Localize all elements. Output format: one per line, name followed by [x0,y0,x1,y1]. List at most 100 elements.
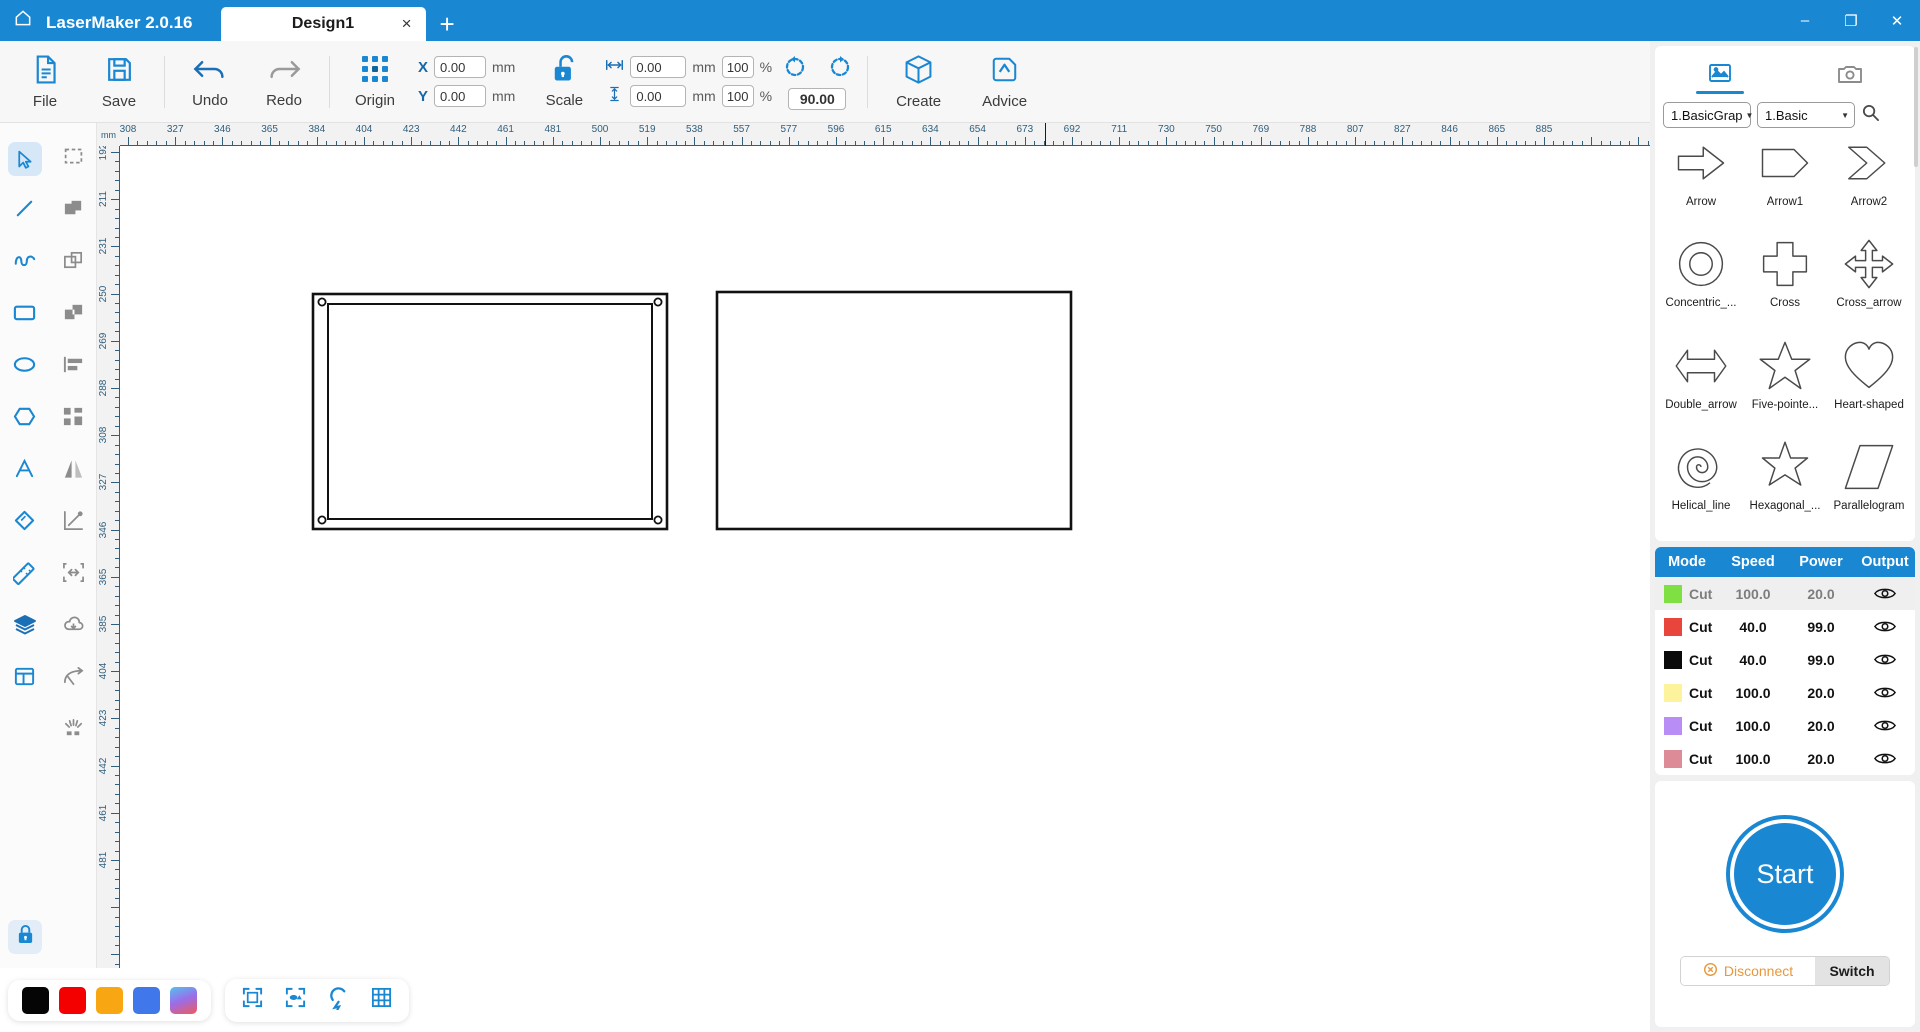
design-canvas[interactable] [120,146,1650,968]
ruler-tool[interactable] [0,549,49,601]
y-position-input[interactable]: 0.00 [434,85,487,107]
swatch-black[interactable] [22,986,49,1014]
create-button[interactable]: Create [876,46,962,118]
mirror-tool[interactable] [49,445,98,497]
select-all-shapes-icon[interactable] [284,986,307,1014]
align-tool[interactable] [49,341,98,393]
layer-color-chip[interactable] [1664,617,1682,636]
layer-speed-value[interactable]: 40.0 [1719,652,1787,668]
eye-icon[interactable] [1855,685,1915,700]
engrave-tool[interactable] [49,705,98,757]
intersect-tool[interactable] [49,289,98,341]
shape-item-heart[interactable]: Heart-shaped [1827,339,1911,416]
magnet-snap-icon[interactable] [327,986,350,1015]
close-tab-icon[interactable]: × [402,15,412,32]
line-tool[interactable] [0,185,49,237]
shape-item-parallelogram[interactable]: Parallelogram [1827,440,1911,517]
scale-lock-button[interactable]: Scale [527,46,601,118]
save-button[interactable]: Save [82,46,156,118]
tab-camera[interactable] [1818,58,1882,94]
category-select[interactable]: 1.BasicGrap ▼ [1663,102,1753,128]
layer-color-chip[interactable] [1664,650,1682,669]
layer-power-value[interactable]: 99.0 [1787,619,1855,635]
subtract-tool[interactable] [49,237,98,289]
grid-toggle-icon[interactable] [370,986,393,1014]
layer-power-value[interactable]: 20.0 [1787,685,1855,701]
swatch-blue[interactable] [133,986,160,1014]
shape-item-crossarrow[interactable]: Cross_arrow [1827,237,1911,314]
layer-speed-value[interactable]: 100.0 [1719,586,1787,602]
minimize-button[interactable]: – [1782,0,1828,41]
horizontal-ruler[interactable]: 308 327 346 365 384 404 423 442 461 481 500 519 538 5… [120,123,1650,146]
rotate-left-icon[interactable] [782,54,812,83]
eye-icon[interactable] [1855,718,1915,733]
rectangle-shape[interactable] [715,290,1073,531]
library-scrollbar[interactable] [1914,47,1918,167]
search-icon[interactable] [1861,103,1880,127]
height-input[interactable]: 0.00 [630,85,687,107]
ellipse-tool[interactable] [0,341,49,393]
eye-icon[interactable] [1855,652,1915,667]
fit-to-frame-icon[interactable] [241,986,264,1014]
table-tool[interactable] [0,653,49,705]
layer-speed-value[interactable]: 100.0 [1719,685,1787,701]
offset-tool[interactable] [49,549,98,601]
marquee-select-tool[interactable] [49,133,98,185]
shape-item-doublearrow[interactable]: Double_arrow [1659,339,1743,416]
start-button[interactable]: Start [1730,819,1840,929]
width-input[interactable]: 0.00 [630,56,687,78]
shape-item-arrow1[interactable]: Arrow1 [1743,136,1827,213]
layer-power-value[interactable]: 20.0 [1787,718,1855,734]
shape-item-star6[interactable]: Hexagonal_... [1743,440,1827,517]
switch-button[interactable]: Switch [1815,957,1889,985]
table-row[interactable]: Cut 100.0 20.0 [1655,676,1915,709]
cloud-tool[interactable] [49,601,98,653]
table-row[interactable]: Cut 100.0 20.0 [1655,742,1915,775]
distribute-tool[interactable] [49,393,98,445]
layer-color-chip[interactable] [1664,584,1682,603]
rotate-right-icon[interactable] [827,54,853,83]
measure-angle-tool[interactable] [49,497,98,549]
x-position-input[interactable]: 0.00 [434,56,487,78]
document-tab[interactable]: Design1 × [220,7,426,41]
layer-power-value[interactable]: 99.0 [1787,652,1855,668]
height-percent-input[interactable]: 100 [721,85,754,107]
eye-icon[interactable] [1855,586,1915,601]
table-row[interactable]: Cut 100.0 20.0 [1655,709,1915,742]
curve-tool[interactable] [0,237,49,289]
width-percent-input[interactable]: 100 [721,56,754,78]
shape-item-cross[interactable]: Cross [1743,237,1827,314]
shape-item-helix[interactable]: Helical_line [1659,440,1743,517]
shape-item-arrow2[interactable]: Arrow2 [1827,136,1911,213]
table-row[interactable]: Cut 40.0 99.0 [1655,643,1915,676]
rotation-angle-input[interactable]: 90.00 [788,87,847,110]
eye-icon[interactable] [1855,619,1915,634]
layer-color-chip[interactable] [1664,716,1682,735]
swatch-orange[interactable] [96,986,123,1014]
shape-item-star5[interactable]: Five-pointe... [1743,339,1827,416]
redo-button[interactable]: Redo [247,46,321,118]
rectangle-tool[interactable] [0,289,49,341]
layers-tool[interactable] [0,601,49,653]
swatch-red[interactable] [59,986,86,1014]
undo-button[interactable]: Undo [173,46,247,118]
shape-item-concentric[interactable]: Concentric_... [1659,237,1743,314]
path-tool[interactable] [49,653,98,705]
select-tool[interactable] [0,133,49,185]
home-button[interactable] [0,0,46,41]
eye-icon[interactable] [1855,751,1915,766]
vertical-ruler[interactable]: 192 211 231 250 269 288 308 327 346 365 385 404 423 4… [97,146,120,968]
eraser-tool[interactable] [0,497,49,549]
layer-speed-value[interactable]: 100.0 [1719,751,1787,767]
close-window-button[interactable]: ✕ [1874,0,1920,41]
layer-color-chip[interactable] [1664,749,1682,768]
maximize-button[interactable]: ❐ [1828,0,1874,41]
shape-item-arrow[interactable]: Arrow [1659,136,1743,213]
file-button[interactable]: File [8,46,82,118]
layer-power-value[interactable]: 20.0 [1787,751,1855,767]
table-row[interactable]: Cut 100.0 20.0 [1655,577,1915,610]
layer-speed-value[interactable]: 100.0 [1719,718,1787,734]
disconnect-button[interactable]: Disconnect [1681,957,1815,985]
lock-canvas-button[interactable] [8,920,42,954]
new-tab-button[interactable]: + [440,11,455,41]
